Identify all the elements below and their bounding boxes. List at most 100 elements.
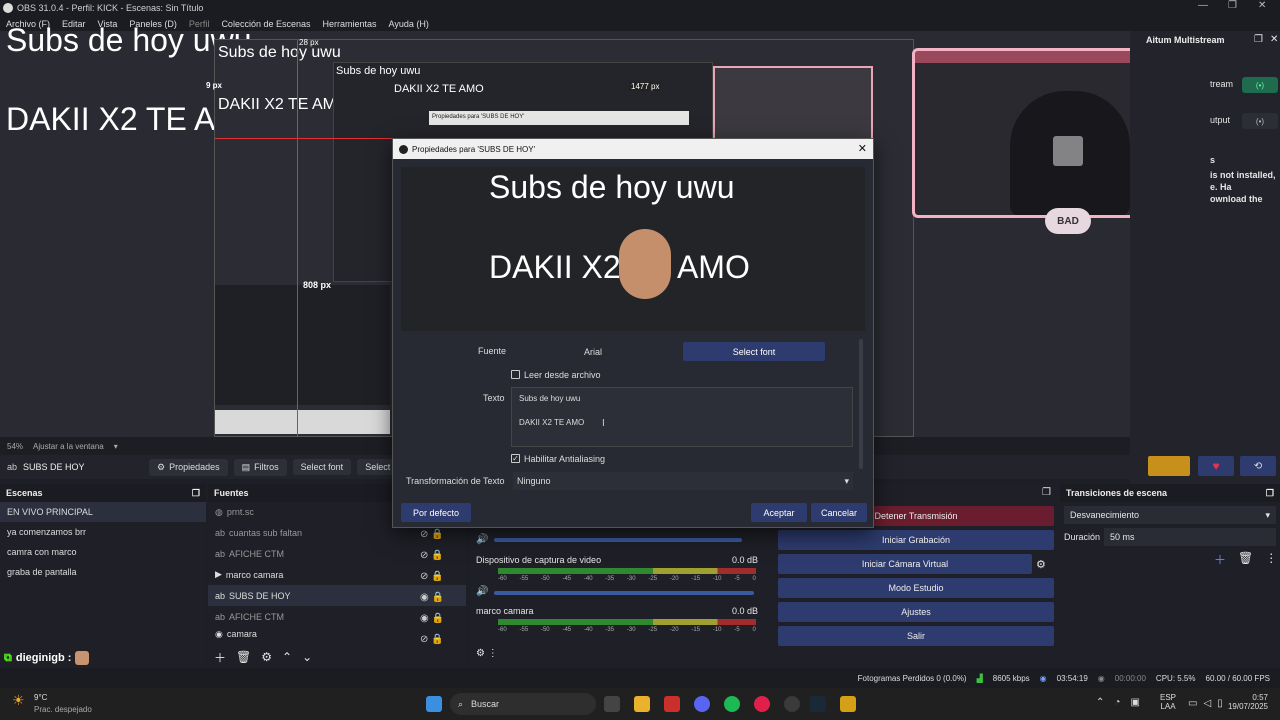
- steam-icon[interactable]: [810, 696, 826, 712]
- transform-select[interactable]: Ninguno ▾: [513, 472, 853, 490]
- trash-icon[interactable]: 🗑: [236, 650, 251, 664]
- accept-button[interactable]: Aceptar: [751, 503, 807, 522]
- tray-app-icon[interactable]: ◔: [1114, 697, 1120, 708]
- audio-mixer: 🔊 Dispositivo de captura de video 0.0 dB…: [470, 528, 770, 668]
- virtual-camera-button[interactable]: Iniciar Cámara Virtual: [778, 554, 1032, 574]
- language-indicator[interactable]: ESP LAA: [1160, 693, 1176, 711]
- dock-float-icon[interactable]: ❐: [1254, 34, 1263, 45]
- trash-icon[interactable]: 🗑: [1238, 551, 1253, 568]
- system-icons[interactable]: ▭ ◁ ▯: [1188, 698, 1223, 709]
- scene-item[interactable]: ya comenzamos brr: [0, 522, 206, 542]
- maximize-icon[interactable]: ❐: [1228, 0, 1237, 11]
- volume-slider[interactable]: [494, 538, 742, 542]
- scene-item[interactable]: graba de pantalla: [0, 562, 206, 582]
- obs-icon[interactable]: [784, 696, 800, 712]
- monitor-icon: ▭: [1188, 698, 1198, 709]
- filters-button[interactable]: ▤ Filtros: [233, 458, 287, 476]
- stream-icon: ◉: [1039, 673, 1047, 683]
- dialog-title: Propiedades para 'SUBS DE HOY': [412, 144, 536, 154]
- close-icon[interactable]: ✕: [858, 142, 867, 155]
- share-icon[interactable]: ⟲: [1240, 456, 1276, 476]
- mixer-settings-icon[interactable]: ⚙ ⋮: [476, 648, 498, 659]
- output-toggle-icon[interactable]: (•): [1242, 113, 1278, 129]
- text-area[interactable]: Subs de hoy uwu DAKII X2 TE AMO I: [511, 387, 853, 447]
- battery-icon: ▯: [1217, 698, 1223, 709]
- menu-help[interactable]: Ayuda (H): [389, 19, 429, 29]
- default-button[interactable]: Por defecto: [401, 503, 471, 522]
- chevron-down-icon[interactable]: ▾: [114, 442, 118, 451]
- dock-close-icon[interactable]: ✕: [1270, 34, 1278, 45]
- chair-logo-icon: [1053, 136, 1083, 166]
- close-icon[interactable]: ✕: [1258, 0, 1266, 11]
- meter-ticks: -60 -55 -50 -45 -40 -35 -30 -25 -20 -15 -10 -5 0: [498, 627, 756, 633]
- volume-slider[interactable]: [494, 591, 754, 595]
- windows-start-icon[interactable]: [426, 696, 442, 712]
- spotify-icon[interactable]: [724, 696, 740, 712]
- eye-icon[interactable]: ◉ 🔒: [420, 587, 450, 608]
- tray-app-icon[interactable]: ▣: [1130, 697, 1139, 708]
- vivaldi-icon[interactable]: [664, 696, 680, 712]
- text-label: Texto: [483, 393, 505, 403]
- transition-select[interactable]: Desvanecimiento ▾: [1064, 506, 1276, 524]
- eye-hidden-icon[interactable]: ⊘ 🔒: [420, 545, 450, 566]
- eye-hidden-icon[interactable]: ⊘ 🔒: [420, 629, 450, 650]
- discord-icon[interactable]: [694, 696, 710, 712]
- visibility-column: ⊘ 🔒 ⊘ 🔒 ⊘ 🔒 ◉ 🔒 ◉ 🔒 ⊘ 🔒: [420, 524, 450, 650]
- multistream-title: Aitum Multistream: [1146, 35, 1225, 45]
- app-icon[interactable]: [840, 696, 856, 712]
- speaker-icon[interactable]: 🔊: [476, 586, 488, 597]
- scene-item[interactable]: EN VIVO PRINCIPAL: [0, 502, 206, 522]
- task-view-icon[interactable]: [604, 696, 620, 712]
- search-box[interactable]: ⌕ Buscar: [450, 693, 596, 715]
- clock[interactable]: 0:57 19/07/2025: [1224, 693, 1268, 711]
- chevron-up-icon[interactable]: ⌃: [1096, 697, 1104, 708]
- dropped-frames: Fotogramas Perdidos 0 (0.0%): [857, 673, 967, 683]
- text-source-icon: ab: [215, 590, 226, 601]
- dock-float-icon[interactable]: ❐: [1042, 487, 1051, 498]
- multistream-note2: is not installed,: [1210, 170, 1276, 180]
- source-label: AFICHE CTM: [229, 611, 285, 622]
- kick-button[interactable]: [1148, 456, 1190, 476]
- multistream-note3: e. Ha: [1210, 182, 1232, 192]
- dock-float-icon[interactable]: ❐: [192, 488, 200, 499]
- down-icon[interactable]: ⌄: [302, 650, 312, 664]
- dialog-preview: Subs de hoy uwu DAKII X2 TE AMO: [401, 167, 865, 331]
- exit-button[interactable]: Salir: [778, 626, 1054, 646]
- scene-item[interactable]: camra con marco: [0, 542, 206, 562]
- select-font-button[interactable]: Select font: [683, 342, 825, 361]
- studio-mode-button[interactable]: Modo Estudio: [778, 578, 1054, 598]
- antialias-checkbox[interactable]: ✓ Habilitar Antialiasing: [511, 454, 605, 464]
- stream-toggle-icon[interactable]: (•): [1242, 77, 1278, 93]
- eye-hidden-icon[interactable]: ⊘ 🔒: [420, 566, 450, 587]
- select-font-button[interactable]: Select font: [292, 459, 352, 475]
- add-icon[interactable]: ＋: [214, 649, 226, 666]
- speaker-icon[interactable]: 🔊: [476, 534, 488, 545]
- dock-float-icon[interactable]: ❐: [1266, 488, 1274, 499]
- dialog-scrollbar[interactable]: [859, 339, 863, 469]
- duration-input[interactable]: 50 ms: [1104, 528, 1276, 546]
- up-icon[interactable]: ⌃: [282, 650, 292, 664]
- virtual-cam-gear-icon[interactable]: ⚙: [1036, 558, 1046, 571]
- source-label: AFICHE CTM: [229, 548, 285, 559]
- eye-icon[interactable]: ◉ 🔒: [420, 608, 450, 629]
- start-recording-button[interactable]: Iniciar Grabación: [778, 530, 1054, 550]
- heart-icon[interactable]: ♥: [1198, 456, 1234, 476]
- title-bar: OBS 31.0.4 - Perfil: KICK - Escenas: Sin…: [0, 0, 1280, 16]
- duration-label: Duración: [1064, 532, 1101, 542]
- opera-icon[interactable]: [754, 696, 770, 712]
- add-icon[interactable]: ＋: [1214, 551, 1226, 568]
- file-explorer-icon[interactable]: [634, 696, 650, 712]
- scenes-dock: Escenas ❐ EN VIVO PRINCIPAL ya comenzamos…: [0, 484, 206, 668]
- cancel-button[interactable]: Cancelar: [811, 503, 867, 522]
- more-icon[interactable]: ⋮: [1265, 551, 1277, 568]
- gear-icon[interactable]: ⚙: [261, 650, 272, 664]
- multistream-note1: s: [1210, 155, 1216, 165]
- minimize-icon[interactable]: —: [1198, 0, 1208, 11]
- chat-user: dieginigb :: [15, 652, 72, 664]
- properties-button[interactable]: ⚙ Propiedades: [149, 458, 228, 476]
- settings-button[interactable]: Ajustes: [778, 602, 1054, 622]
- read-file-checkbox[interactable]: Leer desde archivo: [511, 370, 601, 380]
- fit-window[interactable]: Ajustar a la ventana: [33, 442, 104, 451]
- menu-tools[interactable]: Herramientas: [323, 19, 377, 29]
- guide-line: [297, 40, 298, 438]
